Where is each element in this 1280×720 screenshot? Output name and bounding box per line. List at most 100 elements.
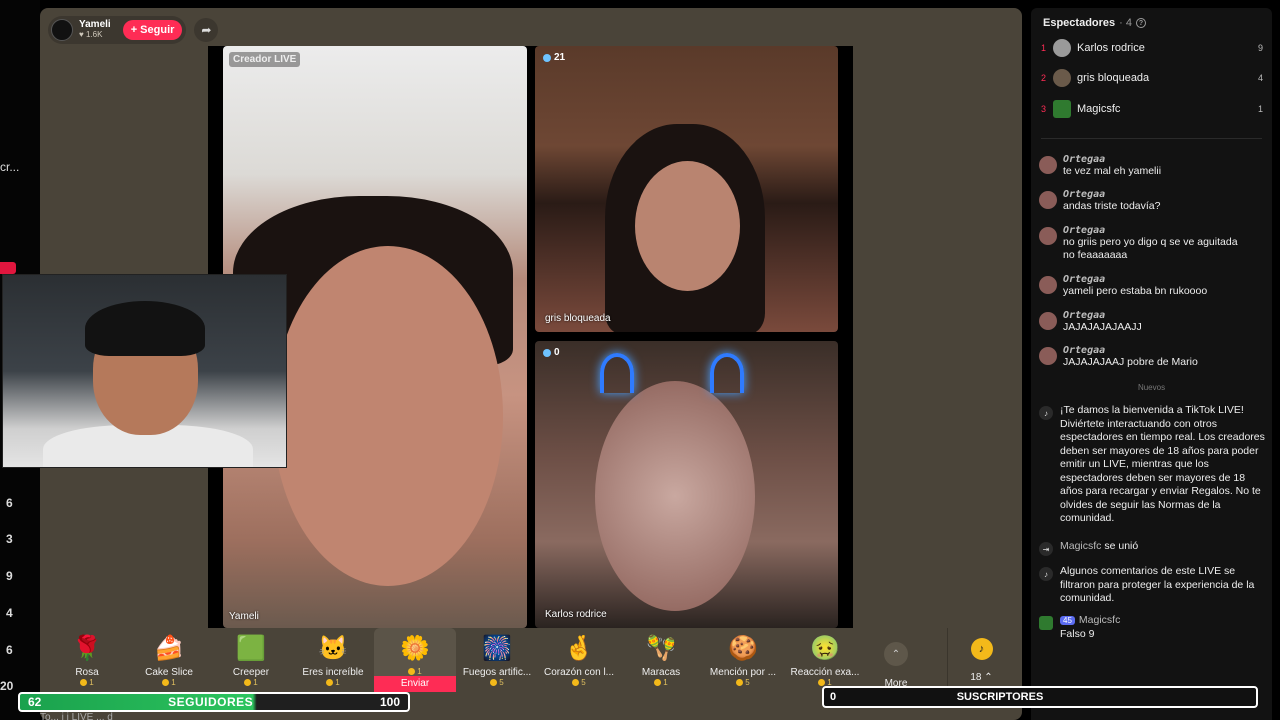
gift-item[interactable]: 🌹 Rosa 1	[46, 628, 128, 692]
system-message: ♪ ¡Te damos la bienvenida a TikTok LIVE! …	[1039, 404, 1265, 526]
gift-item[interactable]: 🐱 Eres increíble 1	[292, 628, 374, 692]
video-tile-guest[interactable]: 0 Karlos rodrice	[535, 341, 838, 628]
subscribers-goal-bar: 0 SUSCRIPTORES	[822, 686, 1258, 708]
chat-message[interactable]: 45 Magicsfc Falso 9	[1039, 614, 1265, 641]
devil-horn-effect	[710, 353, 744, 393]
left-red-marker	[0, 262, 16, 274]
devil-horn-effect	[600, 353, 634, 393]
more-gifts-button[interactable]: ⌃ More	[866, 628, 926, 689]
avatar	[1053, 100, 1071, 118]
coins-button[interactable]: ♪ 18 ⌃	[947, 628, 1015, 688]
streamer-webcam	[2, 274, 287, 468]
viewers-header: Espectadores · 4 ?	[1043, 17, 1146, 29]
avatar	[1039, 312, 1057, 330]
avatar	[1039, 616, 1053, 630]
left-number: 20	[0, 679, 14, 693]
tiktok-icon: ♪	[1039, 406, 1053, 420]
guest-score: 0	[554, 347, 560, 358]
avatar	[1053, 39, 1071, 57]
chat-message[interactable]: Ortegaa andas triste todavía?	[1039, 189, 1265, 213]
cat-icon: 🐱	[318, 635, 348, 662]
heart-hand-icon: 🤞	[564, 635, 594, 662]
gift-item[interactable]: 🍪 Mención por ... 5	[702, 628, 784, 692]
coin-icon	[244, 679, 252, 686]
coin-icon: ♪	[970, 638, 993, 660]
gift-item[interactable]: 🤞 Corazón con l... 5	[538, 628, 620, 692]
chat-message[interactable]: Ortegaa JAJAJAJAJAAJJ	[1039, 310, 1265, 334]
left-number: 4	[6, 606, 13, 620]
avatar	[1039, 276, 1057, 294]
info-icon[interactable]: ?	[1136, 18, 1146, 28]
bottom-text-fragment: To... i i LIVE ... d	[40, 712, 113, 720]
fireworks-icon: 🎆	[482, 635, 512, 662]
followers-current: 62	[28, 695, 42, 709]
coin-icon	[490, 679, 498, 686]
host-avatar[interactable]	[51, 19, 73, 41]
coin-icon	[408, 668, 416, 675]
followers-goal: 100	[379, 695, 400, 709]
cake-icon: 🍰	[154, 635, 184, 662]
followers-label: SEGUIDORES	[168, 695, 254, 709]
left-number: 3	[6, 532, 13, 546]
level-badge: 45	[1060, 616, 1075, 625]
stream-topbar: Yameli ♥ 1.6K + Seguir ➦	[48, 16, 219, 44]
tiktok-icon: ♪	[1039, 567, 1053, 581]
rose-icon: 🌹	[72, 635, 102, 662]
coin-icon	[326, 679, 334, 686]
host-name: Yameli	[79, 19, 111, 30]
gift-item-selected[interactable]: 🌼 1 Enviar	[374, 628, 456, 692]
chat-message[interactable]: Ortegaa te vez mal eh yamelii	[1039, 154, 1265, 178]
followers-goal-bar: 62 SEGUIDORES 100	[18, 692, 410, 712]
gift-item[interactable]: 🟩 Creeper 1	[210, 628, 292, 692]
coin-icon	[162, 679, 170, 686]
coin-icon	[736, 679, 744, 686]
coins-count: 18 ⌃	[970, 672, 993, 683]
tile-name: gris bloqueada	[545, 313, 611, 324]
join-message: ⇥ Magicsfc se unió	[1039, 540, 1265, 556]
subs-label: SUSCRIPTORES	[956, 691, 1044, 703]
gift-item[interactable]: 🍰 Cake Slice 1	[128, 628, 210, 692]
coin-icon	[80, 679, 88, 686]
avatar	[1039, 156, 1057, 174]
video-tile-guest[interactable]: 21 gris bloqueada	[535, 46, 838, 332]
score-icon	[543, 348, 551, 357]
share-icon[interactable]: ➦	[194, 18, 219, 42]
viewer-row[interactable]: 3 Magicsfc 1	[1041, 98, 1263, 120]
left-text-fragment: cr...	[0, 160, 20, 174]
flower-icon: 🌼	[400, 635, 430, 662]
chevron-up-icon: ⌃	[884, 642, 908, 666]
coin-icon	[818, 679, 826, 686]
coin-icon	[654, 679, 662, 686]
viewer-row[interactable]: 1 Karlos rodrice 9	[1041, 37, 1263, 59]
maracas-icon: 🪇	[646, 635, 676, 662]
tile-name: Yameli	[229, 611, 259, 622]
avatar	[1053, 69, 1071, 87]
chat-message[interactable]: Ortegaa JAJAJAJAAJ pobre de Mario	[1039, 345, 1265, 369]
host-info[interactable]: Yameli ♥ 1.6K + Seguir	[48, 16, 187, 44]
sick-face-icon: 🤢	[810, 635, 840, 662]
score-icon	[543, 53, 551, 62]
join-icon: ⇥	[1039, 542, 1053, 556]
avatar	[1039, 191, 1057, 209]
new-messages-divider: Nuevos	[1137, 383, 1166, 392]
gift-item[interactable]: 🎆 Fuegos artific... 5	[456, 628, 538, 692]
chat-message[interactable]: Ortegaa yameli pero estaba bn rukoooo	[1039, 274, 1265, 298]
system-message: ♪ Algunos comentarios de este LIVE se fil…	[1039, 565, 1265, 606]
avatar	[1039, 347, 1057, 365]
video-grid: Creador LIVE Yameli 21 gris bloqueada 0 …	[208, 46, 853, 628]
gift-item[interactable]: 🪇 Maracas 1	[620, 628, 702, 692]
left-number: 9	[6, 569, 13, 583]
chat-message[interactable]: Ortegaa no griis pero yo digo q se ve agu…	[1039, 225, 1265, 262]
gift-item[interactable]: 🤢 Reacción exa... 1	[784, 628, 866, 692]
guest-score: 21	[554, 52, 566, 63]
host-likes: ♥ 1.6K	[79, 30, 103, 39]
send-gift-button[interactable]: Enviar	[374, 676, 456, 692]
gift-bar: 🌹 Rosa 1 🍰 Cake Slice 1 🟩 Creeper 1 🐱 Eres incr…	[46, 628, 942, 692]
coin-icon	[572, 679, 580, 686]
tile-name: Karlos rodrice	[545, 609, 607, 620]
creator-live-tag: Creador LIVE	[229, 52, 301, 67]
left-number: 6	[6, 496, 13, 510]
viewer-row[interactable]: 2 gris bloqueada 4	[1041, 67, 1263, 89]
subs-current: 0	[830, 691, 837, 703]
follow-button[interactable]: + Seguir	[122, 20, 183, 40]
